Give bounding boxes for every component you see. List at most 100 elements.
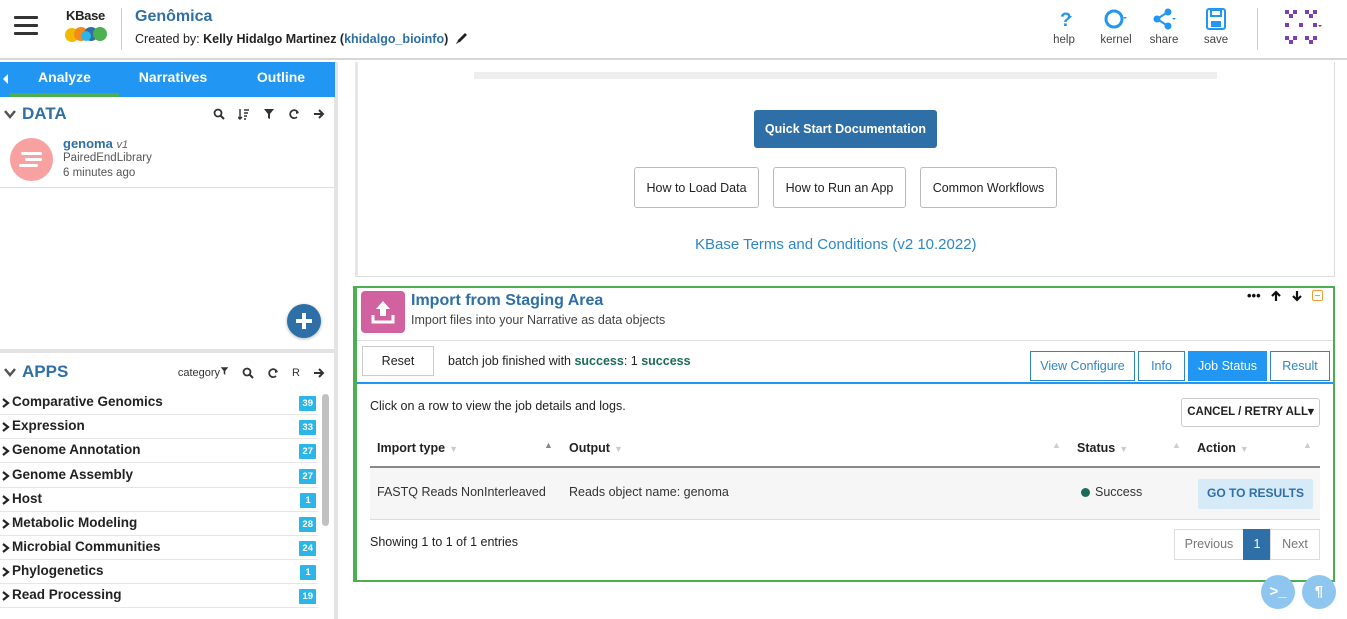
tab-result[interactable]: Result: [1270, 351, 1330, 381]
col-output[interactable]: Output ▼: [569, 441, 623, 455]
tab-job-status[interactable]: Job Status: [1188, 351, 1267, 381]
help-label: help: [1053, 34, 1075, 46]
sort-asc-icon[interactable]: ▲: [1172, 440, 1181, 450]
app-count-badge: 27: [299, 444, 316, 459]
sort-asc-icon[interactable]: ▲: [1052, 440, 1061, 450]
batch-mid: : 1: [623, 354, 642, 368]
arrow-right-icon[interactable]: [313, 108, 325, 120]
go-to-results-button[interactable]: GO TO RESULTS: [1198, 479, 1313, 509]
hamburger-menu-icon[interactable]: [14, 16, 38, 38]
save-button[interactable]: save: [1193, 8, 1239, 46]
batch-status-text: batch job finished with success: 1 succe…: [448, 354, 691, 368]
quick-start-button[interactable]: Quick Start Documentation: [754, 110, 937, 148]
side-divider: [0, 349, 335, 353]
pilcrow-markdown-icon[interactable]: ¶: [1302, 575, 1336, 609]
data-object-name[interactable]: genoma: [63, 136, 113, 151]
search-icon[interactable]: [242, 367, 254, 379]
refresh-icon[interactable]: [267, 367, 279, 379]
help-button[interactable]: ? help: [1041, 8, 1087, 46]
app-category-row[interactable]: Expression 33: [0, 415, 318, 439]
refresh-icon[interactable]: [288, 108, 300, 120]
cell-toolbar: •••: [1247, 288, 1323, 303]
app-category-row[interactable]: Genome Annotation 27: [0, 439, 318, 463]
add-data-button[interactable]: [287, 304, 321, 338]
search-icon[interactable]: [213, 108, 225, 120]
arrow-up-icon[interactable]: [1270, 289, 1282, 302]
col-status[interactable]: Status ▼: [1077, 441, 1128, 455]
pager-next-button[interactable]: Next: [1270, 529, 1320, 560]
arrow-right-icon[interactable]: [313, 367, 325, 379]
app-category-row[interactable]: Phylogenetics 1: [0, 560, 318, 584]
pager-previous-button[interactable]: Previous: [1174, 529, 1244, 560]
data-object-time: 6 minutes ago: [63, 167, 136, 179]
col-action[interactable]: Action ▼: [1197, 441, 1249, 455]
app-category-row[interactable]: Host 1: [0, 488, 318, 512]
author-close-paren: ): [444, 32, 449, 46]
import-cell-subtitle: Import files into your Narrative as data…: [411, 313, 666, 327]
collapse-panel-icon[interactable]: [3, 74, 8, 84]
cell-status: Success: [1081, 485, 1142, 499]
app-category-label: Comparative Genomics: [12, 394, 163, 409]
data-object-version: v1: [116, 139, 129, 151]
sort-asc-icon[interactable]: ▲: [544, 440, 553, 450]
narrative-title[interactable]: Genômica: [135, 8, 212, 26]
tab-narratives[interactable]: Narratives: [119, 62, 227, 97]
col-import-type[interactable]: Import type ▼: [377, 441, 458, 455]
cell-toolbar-divider: [357, 340, 1333, 341]
tab-outline[interactable]: Outline: [227, 62, 335, 97]
more-options-icon[interactable]: •••: [1247, 288, 1261, 303]
tab-underline: [357, 382, 1333, 384]
sort-asc-icon[interactable]: ▲: [1303, 440, 1312, 450]
pencil-edit-icon[interactable]: [455, 31, 469, 45]
reset-button[interactable]: Reset: [362, 346, 434, 376]
user-menu-icon[interactable]: [1283, 10, 1323, 46]
chevron-right-icon: [2, 495, 10, 505]
created-prefix: Created by:: [135, 32, 204, 46]
col-action-label: Action: [1197, 441, 1236, 455]
apps-scrollbar[interactable]: [322, 394, 329, 526]
data-object-card[interactable]: genoma v1 PairedEndLibrary 6 minutes ago: [0, 132, 335, 188]
app-category-row[interactable]: Metabolic Modeling 28: [0, 512, 318, 536]
terms-link[interactable]: KBase Terms and Conditions (v2 10.2022): [695, 236, 977, 253]
kernel-button[interactable]: kernel: [1093, 8, 1139, 46]
side-panel: Analyze Narratives Outline DATA genoma v…: [0, 62, 338, 619]
tab-view-configure[interactable]: View Configure: [1030, 351, 1135, 381]
reads-object-icon: [10, 138, 53, 181]
col-status-label: Status: [1077, 441, 1116, 455]
tab-info[interactable]: Info: [1138, 351, 1185, 381]
how-to-load-data-button[interactable]: How to Load Data: [634, 167, 759, 208]
terminal-prompt-icon[interactable]: >_: [1261, 575, 1295, 609]
common-workflows-button[interactable]: Common Workflows: [920, 167, 1057, 208]
category-filter-label: category: [177, 367, 221, 379]
app-category-row[interactable]: Comparative Genomics 39: [0, 391, 318, 415]
tab-analyze[interactable]: Analyze: [10, 62, 119, 97]
app-count-badge: 1: [300, 493, 316, 508]
how-to-run-app-button[interactable]: How to Run an App: [773, 167, 906, 208]
chevron-right-icon: [2, 422, 10, 432]
filter-icon[interactable]: [263, 108, 275, 120]
kbase-logo[interactable]: KBase: [62, 8, 112, 48]
app-category-row[interactable]: Read Processing 19: [0, 584, 318, 608]
pager-page-1[interactable]: 1: [1243, 529, 1271, 560]
author-name: Kelly Hidalgo Martinez: [203, 32, 337, 46]
app-category-row[interactable]: Microbial Communities 24: [0, 536, 318, 560]
arrow-down-icon[interactable]: [1291, 290, 1303, 302]
showing-entries-text: Showing 1 to 1 of 1 entries: [370, 535, 519, 549]
chevron-down-icon[interactable]: [4, 108, 16, 120]
chevron-right-icon: [2, 398, 10, 408]
sort-icon[interactable]: [238, 108, 250, 120]
r-toggle[interactable]: R: [292, 367, 300, 379]
app-count-badge: 27: [299, 469, 316, 484]
cancel-retry-all-button[interactable]: CANCEL / RETRY ALL▾: [1181, 398, 1320, 427]
kernel-label: kernel: [1100, 34, 1132, 46]
chevron-down-icon[interactable]: [4, 366, 16, 378]
author-username-link[interactable]: khidalgo_bioinfo: [344, 32, 444, 46]
batch-success-count: success: [641, 354, 691, 368]
category-filter[interactable]: category: [178, 366, 229, 379]
app-category-row[interactable]: Genome Assembly 27: [0, 464, 318, 488]
share-icon: [1153, 8, 1176, 30]
share-button[interactable]: share: [1141, 8, 1187, 46]
data-object-name-line[interactable]: genoma v1: [63, 136, 128, 151]
collapse-cell-icon[interactable]: [1311, 290, 1323, 301]
col-output-label: Output: [569, 441, 610, 455]
